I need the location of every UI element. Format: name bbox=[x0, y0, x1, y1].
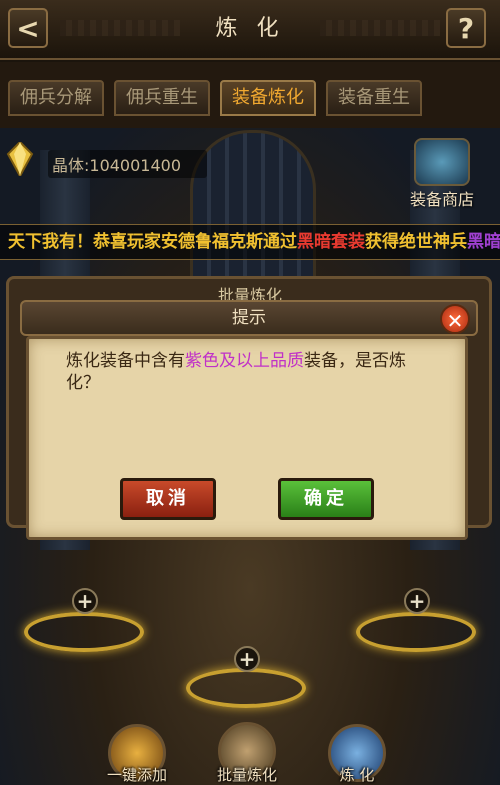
equipment-slot-center[interactable] bbox=[186, 668, 306, 708]
cancel-button[interactable]: 取消 bbox=[120, 478, 216, 520]
confirm-button[interactable]: 确定 bbox=[278, 478, 374, 520]
equipment-slot-left[interactable] bbox=[24, 612, 144, 652]
add-slot-right-icon[interactable]: + bbox=[404, 588, 430, 614]
message-highlight: 紫色及以上品质 bbox=[185, 351, 304, 371]
back-icon: < bbox=[16, 11, 40, 45]
batch-refine-label[interactable]: 批量炼化 bbox=[202, 764, 292, 785]
broadcast-text-3: 获得绝世神兵 bbox=[365, 232, 467, 252]
message-text-before: 炼化装备中含有 bbox=[66, 351, 185, 371]
broadcast-player: 安德鲁福克斯 bbox=[161, 232, 263, 252]
broadcast-marquee: 天下我有！恭喜玩家安德鲁福克斯通过黑暗套装获得绝世神兵黑暗 bbox=[0, 224, 500, 260]
tab-mercenary-rebirth[interactable]: 佣兵重生 bbox=[114, 80, 210, 116]
equipment-slot-right[interactable] bbox=[356, 612, 476, 652]
tab-equipment-rebirth[interactable]: 装备重生 bbox=[326, 80, 422, 116]
help-button[interactable]: ? bbox=[446, 8, 486, 48]
crystal-balance: 晶体:104001400 bbox=[48, 150, 208, 178]
broadcast-item: 黑暗套装 bbox=[297, 232, 365, 252]
broadcast-text-2: 通过 bbox=[263, 232, 297, 252]
close-icon[interactable]: ✕ bbox=[440, 304, 470, 334]
add-slot-left-icon[interactable]: + bbox=[72, 588, 98, 614]
tab-mercenary-decompose[interactable]: 佣兵分解 bbox=[8, 80, 104, 116]
one-click-add-label[interactable]: 一键添加 bbox=[92, 764, 182, 785]
cathedral-window bbox=[190, 130, 316, 286]
broadcast-tail: 黑暗 bbox=[467, 232, 500, 252]
confirm-dialog-message: 炼化装备中含有紫色及以上品质装备，是否炼化？ bbox=[66, 350, 426, 394]
tab-equipment-refine[interactable]: 装备炼化 bbox=[220, 80, 316, 116]
equipment-shop-label[interactable]: 装备商店 bbox=[410, 186, 474, 210]
page-title: 炼 化 bbox=[215, 16, 285, 41]
back-button[interactable]: < bbox=[8, 8, 48, 48]
broadcast-text-1: 天下我有！恭喜玩家 bbox=[8, 232, 161, 252]
help-icon: ? bbox=[457, 11, 475, 45]
add-slot-center-icon[interactable]: + bbox=[234, 646, 260, 672]
equipment-shop-icon[interactable] bbox=[414, 138, 470, 186]
crystal-icon bbox=[6, 142, 34, 176]
refine-label[interactable]: 炼 化 bbox=[312, 764, 402, 785]
confirm-dialog-title: 提示 bbox=[232, 308, 266, 328]
